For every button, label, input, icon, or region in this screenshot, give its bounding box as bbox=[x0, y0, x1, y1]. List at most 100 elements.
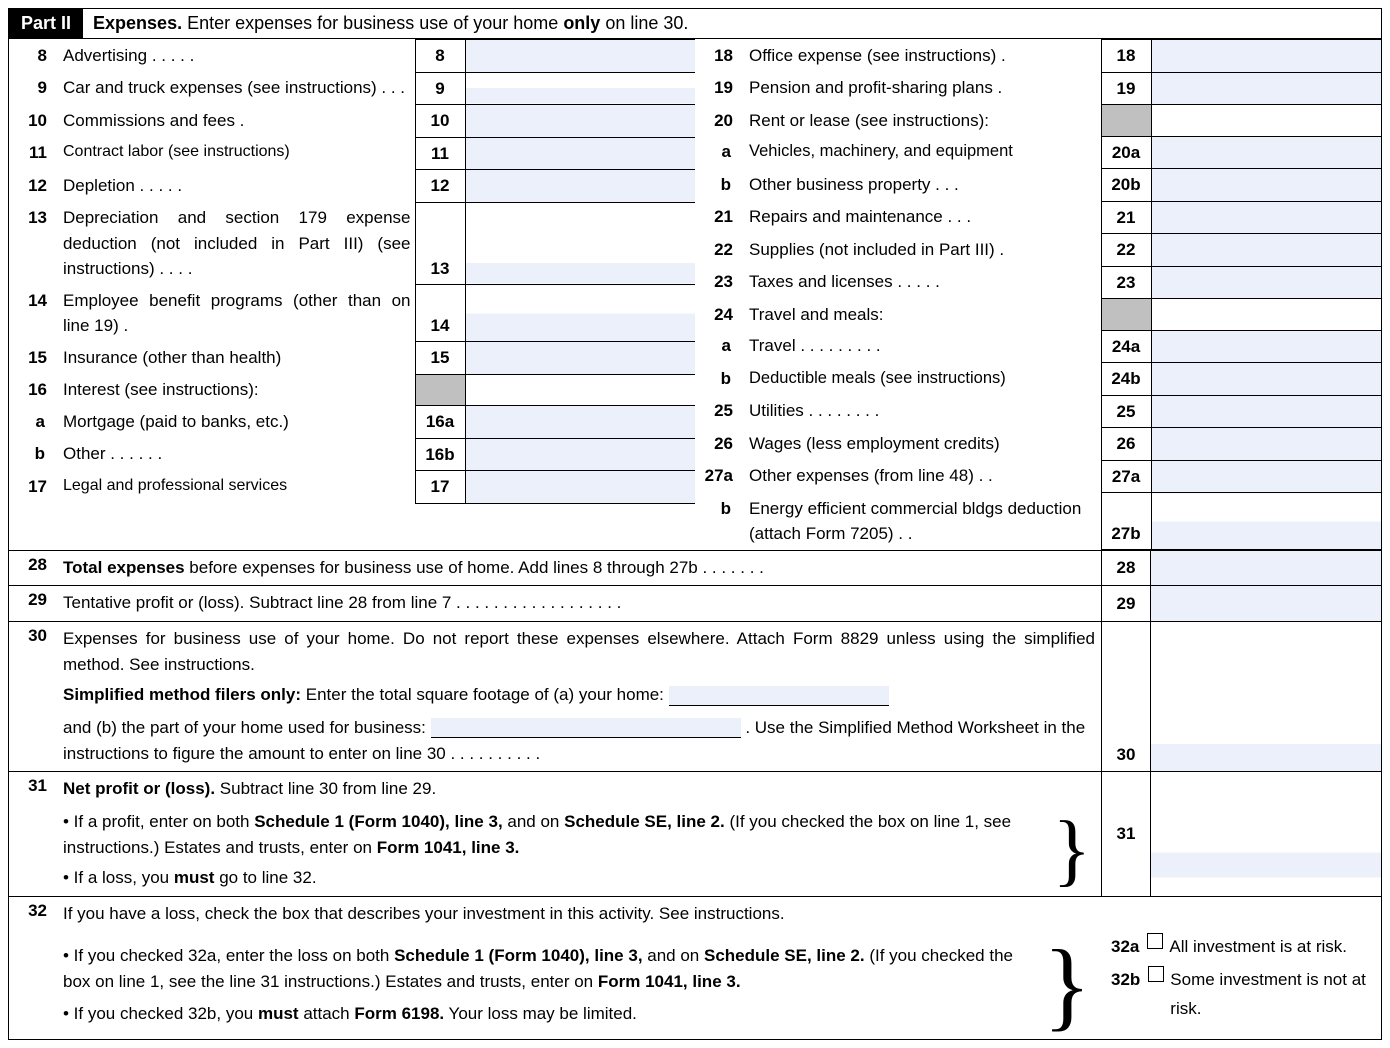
line31-bold: Net profit or (loss). bbox=[63, 779, 215, 798]
line-num-32: 32 bbox=[9, 897, 57, 925]
box-num-12: 12 bbox=[415, 170, 465, 203]
opt32a-num: 32a bbox=[1111, 933, 1139, 962]
row-10: 10 Commissions and fees . 10 bbox=[9, 105, 695, 138]
row-23: 23 Taxes and licenses . . . . . 23 bbox=[695, 266, 1381, 299]
box-num-24b: 24b bbox=[1101, 363, 1151, 396]
input-24b[interactable] bbox=[1151, 363, 1381, 396]
line-num-31: 31 bbox=[9, 772, 57, 800]
input-19[interactable] bbox=[1151, 72, 1381, 105]
line-desc-20b: Other business property . . . bbox=[743, 169, 1101, 202]
input-13[interactable] bbox=[465, 202, 695, 285]
line-num-12: 12 bbox=[9, 170, 57, 203]
line-num-8: 8 bbox=[9, 40, 57, 73]
line-num-18: 18 bbox=[695, 40, 743, 73]
line-num-25: 25 bbox=[695, 395, 743, 428]
row-28: 28 Total expenses before expenses for bu… bbox=[9, 551, 1381, 586]
checkbox-32a[interactable] bbox=[1147, 933, 1163, 949]
option-32b: 32b Some investment is not at risk. bbox=[1111, 966, 1371, 1024]
line32-p1: If you have a loss, check the box that d… bbox=[63, 901, 1095, 927]
line-desc-16: Interest (see instructions): bbox=[57, 374, 415, 406]
row-21: 21 Repairs and maintenance . . . 21 bbox=[695, 201, 1381, 234]
input-28[interactable] bbox=[1151, 551, 1381, 585]
input-10[interactable] bbox=[465, 105, 695, 138]
input-22[interactable] bbox=[1151, 234, 1381, 267]
line-num-9: 9 bbox=[9, 72, 57, 105]
box-num-13: 13 bbox=[415, 202, 465, 285]
input-31[interactable] bbox=[1151, 772, 1381, 895]
row-27a: 27a Other expenses (from line 48) . . 27… bbox=[695, 460, 1381, 493]
part-title-text2: on line 30. bbox=[600, 13, 688, 33]
line-num-24a: a bbox=[695, 330, 743, 363]
input-21[interactable] bbox=[1151, 201, 1381, 234]
line-num-17: 17 bbox=[9, 471, 57, 504]
part-title-bold: Expenses. bbox=[93, 13, 182, 33]
opt32a-label: All investment is at risk. bbox=[1169, 933, 1347, 962]
input-27b[interactable] bbox=[1151, 493, 1381, 550]
part-title-text: Enter expenses for business use of your … bbox=[182, 13, 563, 33]
input-20 bbox=[1151, 105, 1381, 137]
input-30-home-sqft[interactable] bbox=[669, 686, 889, 706]
l31b2b: must bbox=[174, 868, 215, 887]
input-15[interactable] bbox=[465, 342, 695, 375]
input-20b[interactable] bbox=[1151, 169, 1381, 202]
box-num-27a: 27a bbox=[1101, 460, 1151, 493]
line32-bullet2: • If you checked 32b, you must attach Fo… bbox=[63, 1001, 1039, 1027]
input-23[interactable] bbox=[1151, 266, 1381, 299]
line32-bullet1: • If you checked 32a, enter the loss on … bbox=[63, 943, 1039, 996]
brace-icon-32: } bbox=[1039, 935, 1095, 1035]
line-desc-9: Car and truck expenses (see instructions… bbox=[57, 72, 415, 105]
left-column: 8 Advertising . . . . . 8 9 Car and truc… bbox=[9, 39, 695, 550]
line-num-23: 23 bbox=[695, 266, 743, 299]
line30-p3: and (b) the part of your home used for b… bbox=[63, 715, 1095, 768]
input-16b[interactable] bbox=[465, 438, 695, 471]
line-num-21: 21 bbox=[695, 201, 743, 234]
box-num-14: 14 bbox=[415, 285, 465, 342]
line-desc-12: Depletion . . . . . bbox=[57, 170, 415, 203]
row-8: 8 Advertising . . . . . 8 bbox=[9, 40, 695, 73]
input-17[interactable] bbox=[465, 471, 695, 504]
row-22: 22 Supplies (not included in Part III) .… bbox=[695, 234, 1381, 267]
option-32a: 32a All investment is at risk. bbox=[1111, 933, 1371, 962]
l31b1f: Form 1041, line 3. bbox=[377, 838, 520, 857]
row-11: 11 Contract labor (see instructions) 11 bbox=[9, 137, 695, 170]
input-27a[interactable] bbox=[1151, 460, 1381, 493]
input-29[interactable] bbox=[1151, 586, 1381, 620]
input-30[interactable] bbox=[1151, 622, 1381, 772]
input-8[interactable] bbox=[465, 40, 695, 73]
input-20a[interactable] bbox=[1151, 136, 1381, 169]
input-18[interactable] bbox=[1151, 40, 1381, 73]
row-24a: a Travel . . . . . . . . . 24a bbox=[695, 330, 1381, 363]
expense-columns: 8 Advertising . . . . . 8 9 Car and truc… bbox=[9, 39, 1381, 551]
box-num-31: 31 bbox=[1101, 772, 1151, 895]
input-16a[interactable] bbox=[465, 406, 695, 439]
line-num-10: 10 bbox=[9, 105, 57, 138]
line-desc-23: Taxes and licenses . . . . . bbox=[743, 266, 1101, 299]
part-header: Part II Expenses. Enter expenses for bus… bbox=[9, 9, 1381, 39]
l31b1d: Schedule SE, line 2. bbox=[564, 812, 725, 831]
input-30-business-sqft[interactable] bbox=[431, 718, 741, 738]
checkbox-32b[interactable] bbox=[1148, 966, 1164, 982]
line30-p1: Expenses for business use of your home. … bbox=[63, 626, 1095, 679]
input-25[interactable] bbox=[1151, 395, 1381, 428]
input-11[interactable] bbox=[465, 137, 695, 170]
input-9[interactable] bbox=[465, 72, 695, 105]
l32b1a: • If you checked 32a, enter the loss on … bbox=[63, 946, 394, 965]
input-14[interactable] bbox=[465, 285, 695, 342]
line-desc-15: Insurance (other than health) bbox=[57, 342, 415, 375]
row-9: 9 Car and truck expenses (see instructio… bbox=[9, 72, 695, 105]
row-32: 32 If you have a loss, check the box tha… bbox=[9, 897, 1381, 1039]
right-column: 18 Office expense (see instructions) . 1… bbox=[695, 39, 1381, 550]
l31b1b: Schedule 1 (Form 1040), line 3, bbox=[254, 812, 502, 831]
box-num-24a: 24a bbox=[1101, 330, 1151, 363]
line-num-24b: b bbox=[695, 363, 743, 396]
box-num-19: 19 bbox=[1101, 72, 1151, 105]
row-18: 18 Office expense (see instructions) . 1… bbox=[695, 40, 1381, 73]
input-24a[interactable] bbox=[1151, 330, 1381, 363]
input-26[interactable] bbox=[1151, 428, 1381, 461]
line-28-to-32: 28 Total expenses before expenses for bu… bbox=[9, 551, 1381, 1039]
line-num-24: 24 bbox=[695, 299, 743, 331]
row-20a: a Vehicles, machinery, and equipment 20a bbox=[695, 136, 1381, 169]
input-12[interactable] bbox=[465, 170, 695, 203]
line-desc-20: Rent or lease (see instructions): bbox=[743, 105, 1101, 137]
line-desc-22: Supplies (not included in Part III) . bbox=[743, 234, 1101, 267]
